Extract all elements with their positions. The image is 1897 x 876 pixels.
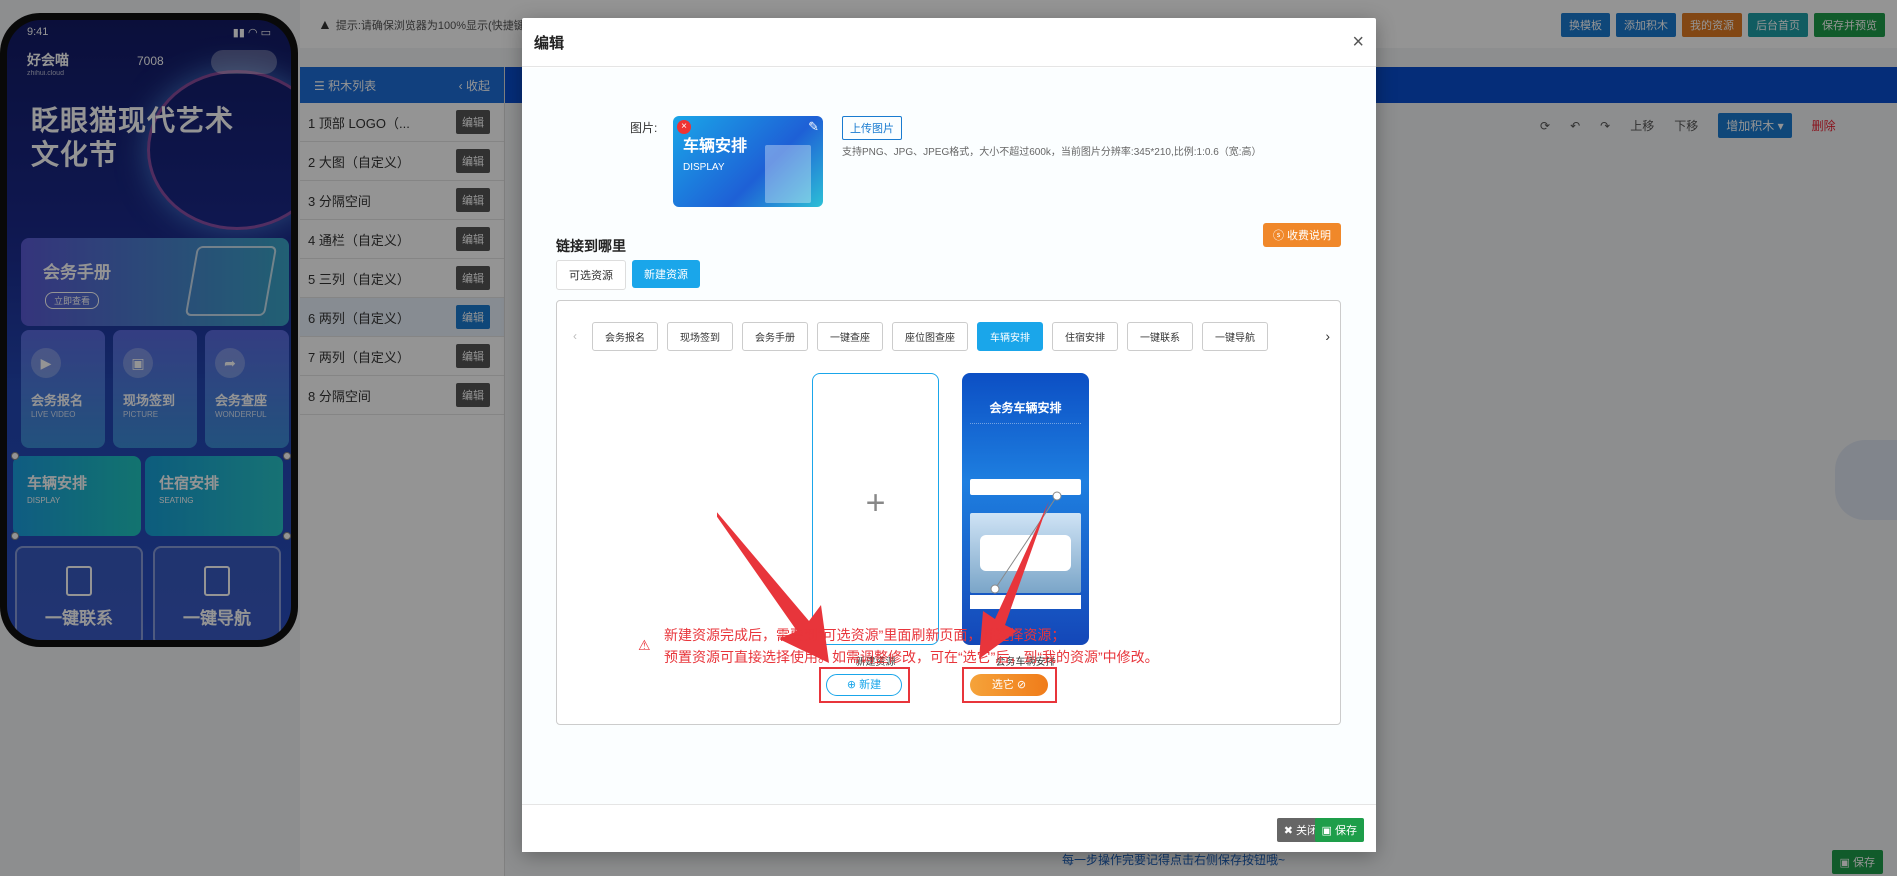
chevron-right-icon[interactable]: ›: [1325, 328, 1330, 344]
tab-new-resource[interactable]: 新建资源: [632, 260, 700, 288]
category-tab[interactable]: 一键导航: [1202, 321, 1268, 351]
upload-hint: 支持PNG、JPG、JPEG格式，大小不超过600k，当前图片分辨率:345*2…: [842, 147, 1262, 158]
category-tab[interactable]: 一键查座: [817, 321, 883, 351]
edit-image-icon[interactable]: ✎: [808, 119, 819, 135]
close-icon[interactable]: ×: [1352, 31, 1364, 54]
connector-handle[interactable]: [1052, 491, 1062, 501]
building-icon: [765, 145, 811, 203]
category-tab[interactable]: 一键联系: [1127, 321, 1193, 351]
category-tab[interactable]: 住宿安排: [1052, 321, 1118, 351]
connector-line: [994, 495, 1058, 590]
category-tab[interactable]: 座位图查座: [892, 321, 968, 351]
modal-title: 编辑: [534, 34, 565, 52]
category-tab[interactable]: 现场签到: [667, 321, 733, 351]
upload-image-button[interactable]: 上传图片: [842, 116, 902, 140]
warning-icon: ⚠: [638, 637, 651, 653]
category-tab[interactable]: 会务报名: [592, 321, 658, 351]
image-thumbnail[interactable]: 车辆安排 DISPLAY × ✎: [673, 116, 823, 207]
chevron-left-icon[interactable]: ‹: [573, 329, 577, 343]
template-text-block: [970, 423, 1081, 483]
fee-info-button[interactable]: ⓢ 收费说明: [1262, 223, 1341, 247]
footer-save-button[interactable]: ▣ 保存: [1314, 818, 1364, 842]
tab-available-resources[interactable]: 可选资源: [556, 260, 626, 290]
category-tabs: ‹ 会务报名 现场签到 会务手册 一键查座 座位图查座 车辆安排 住宿安排 一键…: [573, 321, 1333, 351]
category-tab-active[interactable]: 车辆安排: [977, 321, 1043, 351]
connector-handle[interactable]: [990, 584, 1000, 594]
edit-modal: 编辑 × 图片: 车辆安排 DISPLAY × ✎ 上传图片 支持PNG、JPG…: [522, 18, 1376, 852]
image-label: 图片:: [630, 121, 658, 135]
instruction-note: ⚠ 新建资源完成后，需要到“可选资源”里面刷新页面，并选择资源； 预置资源可直接…: [638, 627, 1159, 665]
category-tab[interactable]: 会务手册: [742, 321, 808, 351]
link-target-title: 链接到哪里: [556, 238, 626, 254]
dollar-icon: ⓢ: [1272, 230, 1284, 242]
remove-image-icon[interactable]: ×: [677, 120, 691, 134]
